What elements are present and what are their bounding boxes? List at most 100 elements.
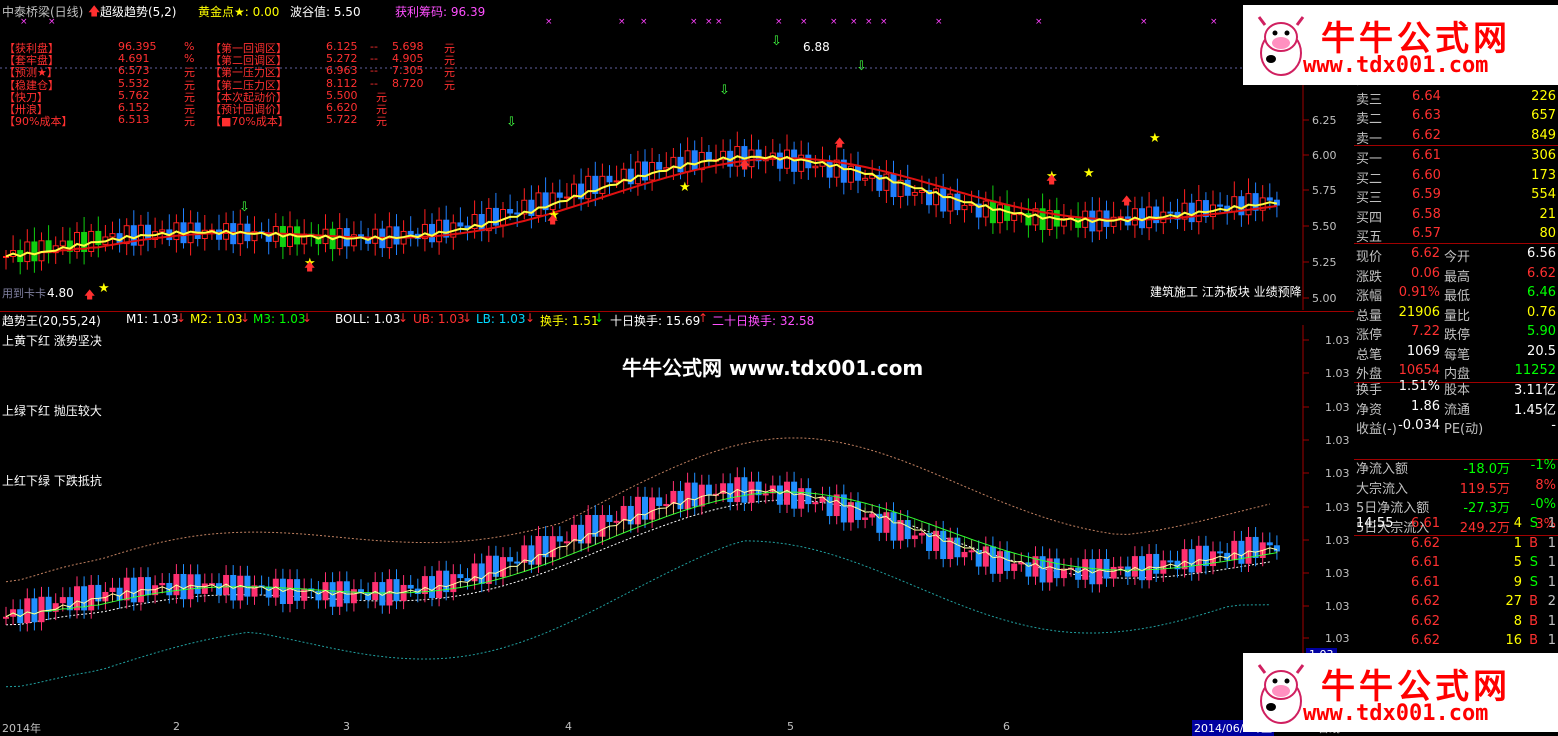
candle-body [599, 175, 606, 194]
bid-row: 买五 6.57 80 [1354, 225, 1558, 245]
x-label-apr: 4 [565, 720, 572, 733]
tick-price: 6.62 [1411, 594, 1440, 609]
candle-body [24, 598, 31, 624]
flow-label: 大宗流入 [1356, 481, 1409, 497]
candle-body [514, 561, 521, 564]
candle-body [237, 575, 244, 601]
info-value: 6.152 [118, 101, 150, 114]
indicator-chart[interactable]: 1.03 1.03 1.03 1.03 1.03 1.03 1.03 1.03 1.03 1.03 [0, 325, 1354, 718]
fund-label: 收益(-) [1356, 422, 1397, 437]
candle-body [336, 581, 343, 607]
marker-icon: × [20, 18, 28, 27]
candle-body [1117, 216, 1124, 219]
fund-value: 1.86 [1411, 398, 1440, 414]
info-value2: 4.905 [392, 52, 424, 66]
marker-icon: × [830, 18, 838, 27]
tick-volume: 16 [1505, 633, 1522, 648]
candle-body [429, 576, 435, 599]
x-label-feb: 2 [173, 720, 180, 733]
candle-body [514, 212, 521, 215]
flow-label: 净流入额 [1356, 462, 1409, 477]
ask-price: 6.63 [1412, 108, 1441, 123]
fund-label: PE(动) [1444, 422, 1484, 437]
marker-icon: × [775, 18, 783, 27]
candle-body [642, 161, 648, 181]
tick-side: B [1529, 594, 1538, 609]
candle-body [109, 233, 116, 238]
candle-body [3, 616, 9, 619]
down-arrow-icon: ↓ [525, 311, 536, 325]
quote-label: 涨停 [1356, 328, 1383, 343]
candle-body [1188, 549, 1195, 573]
marker-icon: × [705, 18, 713, 27]
y-tick-label: 6.25 [1312, 114, 1337, 127]
info-row: 【稳建仓】 5.532 元 [4, 77, 204, 92]
quote-label: 今开 [1444, 250, 1471, 265]
candle-body [1011, 563, 1018, 571]
info-value: 5.762 [118, 88, 150, 102]
candle-body [1217, 204, 1224, 207]
flow-row: 净流入额 -18.0万 -1% [1354, 457, 1558, 477]
candle-body [613, 520, 620, 523]
candle-body [145, 224, 151, 240]
candle-body [961, 551, 968, 558]
ask-volume: 657 [1531, 108, 1556, 123]
candle-body [1117, 566, 1124, 569]
quote-label: 涨幅 [1356, 289, 1383, 304]
candle-body [159, 582, 166, 586]
info-row: 【快刀】 5.762 元 [4, 88, 204, 104]
candle-body [478, 213, 485, 232]
candle-body [407, 230, 414, 235]
flow-value: -18.0万 [1463, 462, 1510, 477]
bid-volume: 306 [1531, 148, 1556, 163]
candle-body [1238, 196, 1245, 216]
ask-row: 卖三 6.64 226 [1354, 88, 1558, 108]
marker-icon: × [850, 18, 858, 27]
bid-price: 6.59 [1412, 187, 1441, 202]
star-icon: ★ [1149, 131, 1161, 146]
y-tick-label: 5.25 [1312, 256, 1337, 269]
candle-body [656, 497, 663, 506]
flow-pct: -0% [1530, 497, 1556, 512]
watermark-url: www.tdx001.com [1303, 53, 1489, 78]
lower-band-line [5, 540, 1270, 688]
y-tick-label: 5.75 [1312, 184, 1337, 197]
tick-price: 6.62 [1411, 535, 1440, 551]
tick-volume: 1 [1513, 535, 1522, 551]
x-label-jun: 6 [1003, 720, 1010, 733]
tick-side: B [1529, 535, 1538, 551]
candle-body [38, 596, 45, 623]
info-row: 【90%成本】 6.513 元 [4, 113, 204, 128]
up-arrow-icon: ↑ [698, 311, 709, 325]
info-row: 【第二压力区】 8.112 -- 8.720 元 [210, 76, 470, 92]
info-unit: % [184, 52, 195, 66]
candle-body [1011, 214, 1018, 221]
tick-row: 14:55 6.61 4 S 1 [1354, 515, 1558, 534]
candle-body [571, 524, 577, 542]
candle-body [620, 505, 627, 521]
fund-label: 流通 [1444, 402, 1471, 418]
down-arrow-icon: ⇩ [506, 115, 517, 130]
candle-body [784, 481, 790, 505]
candle-body [585, 175, 592, 200]
info-row: 【第一回调区】 6.125 -- 5.698 元 [210, 40, 470, 55]
candle-body [1103, 558, 1110, 579]
ask-row: 卖一 6.62 849 [1354, 127, 1558, 147]
info-unit: 元 [376, 115, 387, 129]
candle-body [940, 188, 947, 212]
fund-row: 净资 1.86 流通 1.45亿 [1354, 398, 1558, 418]
down-arrow-icon: ↓ [176, 311, 187, 325]
quote-value: 6.62 [1411, 246, 1440, 261]
ask-label: 卖三 [1356, 92, 1383, 108]
quote-value: 0.76 [1527, 304, 1556, 320]
candle-body [961, 204, 968, 211]
down-arrow-icon: ↓ [594, 311, 605, 325]
info-sep: -- [370, 76, 378, 90]
candle-body [982, 200, 989, 218]
tick-count: 1 [1547, 633, 1556, 648]
y-tick-label: 5.00 [1312, 292, 1337, 305]
candle-body [997, 204, 1003, 224]
candle-body [869, 513, 876, 518]
quote-value: 6.46 [1527, 285, 1556, 300]
candle-body [1231, 196, 1238, 213]
